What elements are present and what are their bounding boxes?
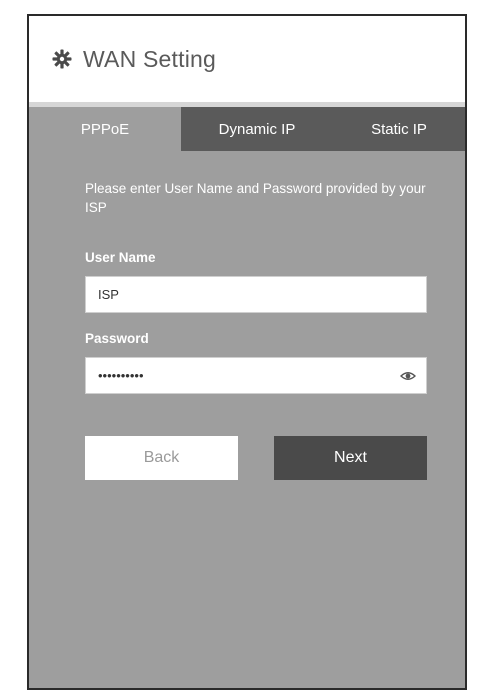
header: WAN Setting — [29, 16, 465, 102]
pppoe-form: Please enter User Name and Password prov… — [85, 151, 429, 480]
next-button[interactable]: Next — [274, 436, 427, 480]
back-button[interactable]: Back — [85, 436, 238, 480]
wan-setting-screen: WAN Setting PPPoE Dynamic IP Static IP P… — [27, 14, 467, 690]
eye-icon[interactable] — [399, 369, 417, 383]
password-field-wrapper — [85, 357, 427, 394]
username-input[interactable] — [86, 277, 426, 312]
username-label: User Name — [85, 250, 156, 265]
username-field-wrapper — [85, 276, 427, 313]
form-actions: Back Next — [85, 436, 427, 480]
connection-type-tabs: PPPoE Dynamic IP Static IP — [29, 107, 465, 151]
page-title: WAN Setting — [83, 45, 217, 72]
tab-static-ip[interactable]: Static IP — [333, 107, 465, 151]
tab-pppoe[interactable]: PPPoE — [29, 107, 181, 151]
password-label: Password — [85, 331, 149, 346]
instructions-text: Please enter User Name and Password prov… — [85, 181, 426, 215]
tab-dynamic-ip[interactable]: Dynamic IP — [181, 107, 333, 151]
password-input[interactable] — [86, 358, 426, 393]
gear-icon — [51, 48, 73, 70]
